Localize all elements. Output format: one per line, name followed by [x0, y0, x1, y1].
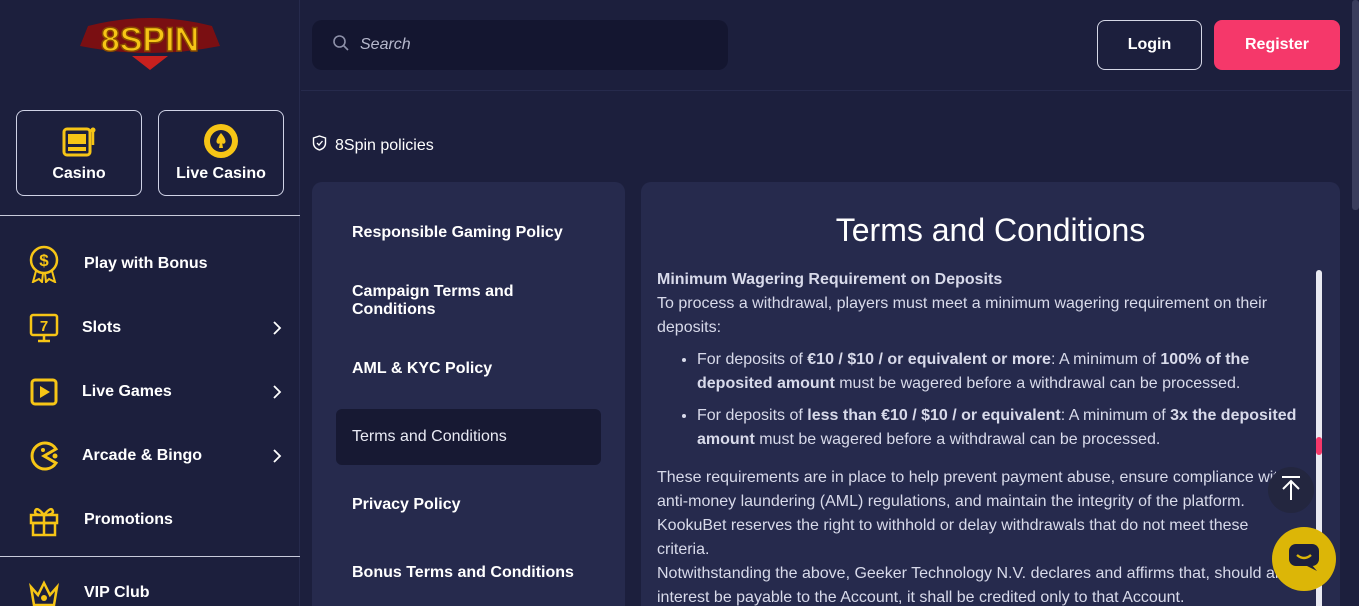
paragraph: Notwithstanding the above, Geeker Techno…: [657, 565, 1292, 606]
register-button[interactable]: Register: [1214, 20, 1340, 70]
chat-icon: [1287, 542, 1321, 577]
search-bar[interactable]: [312, 20, 728, 70]
sidebar-item-label: VIP Club: [84, 584, 150, 601]
play-box-icon: [24, 372, 64, 412]
sidebar-item-arcade-bingo[interactable]: Arcade & Bingo: [0, 436, 300, 476]
sidebar-item-play-with-bonus[interactable]: $ Play with Bonus: [0, 244, 300, 284]
sidebar-item-live-games[interactable]: Live Games: [0, 372, 300, 412]
chevron-right-icon: [270, 321, 284, 335]
breadcrumb: 8Spin policies: [312, 135, 434, 156]
sidebar-item-label: Arcade & Bingo: [82, 447, 203, 464]
poker-chip-icon: [201, 121, 241, 161]
sidebar-item-label: Live Games: [82, 383, 172, 400]
gift-icon: [24, 500, 64, 540]
policy-privacy[interactable]: Privacy Policy: [336, 477, 601, 533]
list-item: For deposits of €10 / $10 / or equivalen…: [697, 348, 1297, 396]
policy-responsible-gaming[interactable]: Responsible Gaming Policy: [336, 205, 601, 261]
arrow-up-icon: [1279, 475, 1303, 506]
chevron-right-icon: [270, 385, 284, 399]
policy-content: Terms and Conditions Minimum Wagering Re…: [641, 182, 1340, 606]
search-input[interactable]: [360, 36, 700, 54]
scroll-to-top-button[interactable]: [1268, 467, 1314, 513]
pacman-icon: [24, 436, 64, 476]
svg-text:$: $: [39, 251, 49, 270]
divider: [0, 215, 300, 216]
page-scrollbar[interactable]: [1352, 0, 1359, 210]
login-button[interactable]: Login: [1097, 20, 1202, 70]
quick-link-live-casino[interactable]: Live Casino: [158, 110, 284, 196]
chevron-right-icon: [270, 449, 284, 463]
section-heading: Minimum Wagering Requirement on Deposits: [657, 271, 1003, 288]
slot-screen-icon: 7: [24, 308, 64, 348]
sidebar-item-slots[interactable]: 7 Slots: [0, 308, 300, 348]
policy-terms-and-conditions[interactable]: Terms and Conditions: [336, 409, 601, 465]
sidebar-item-label: Slots: [82, 319, 122, 336]
content-scrollbar-thumb[interactable]: [1316, 437, 1322, 455]
intro-paragraph: To process a withdrawal, players must me…: [657, 295, 1268, 336]
header-divider: [301, 90, 1359, 91]
sidebar-item-label: Play with Bonus: [84, 255, 208, 272]
quick-link-label: Casino: [52, 165, 106, 182]
brand-logo[interactable]: 8SPIN: [70, 12, 230, 72]
policy-aml-kyc[interactable]: AML & KYC Policy: [336, 341, 601, 397]
breadcrumb-label: 8Spin policies: [335, 136, 434, 154]
sidebar: 8SPIN Casino Live Casino $ Play with Bon…: [0, 0, 300, 606]
sidebar-item-label: Promotions: [84, 511, 173, 528]
sidebar-item-promotions[interactable]: Promotions: [0, 500, 300, 540]
bonus-badge-icon: $: [24, 244, 64, 284]
policy-campaign-terms[interactable]: Campaign Terms and Conditions: [336, 273, 601, 329]
quick-link-casino[interactable]: Casino: [16, 110, 142, 196]
page-title: Terms and Conditions: [835, 212, 1146, 248]
crown-icon: [24, 573, 64, 606]
shield-icon: [312, 135, 327, 156]
divider: [0, 556, 300, 557]
logo-text: 8SPIN: [101, 21, 199, 59]
search-icon: [332, 34, 350, 57]
paragraph: These requirements are in place to help …: [657, 469, 1287, 558]
policy-list: Responsible Gaming Policy Campaign Terms…: [312, 182, 625, 606]
sidebar-item-vip-club[interactable]: VIP Club: [0, 573, 300, 606]
slot-machine-icon: [59, 121, 99, 161]
policy-text: Minimum Wagering Requirement on Deposits…: [657, 268, 1297, 606]
svg-text:7: 7: [40, 318, 48, 335]
quick-link-label: Live Casino: [176, 165, 266, 182]
chat-button[interactable]: [1272, 527, 1336, 591]
requirement-list: For deposits of €10 / $10 / or equivalen…: [697, 348, 1297, 452]
list-item: For deposits of less than €10 / $10 / or…: [697, 404, 1297, 452]
policy-bonus-terms[interactable]: Bonus Terms and Conditions: [336, 545, 601, 601]
